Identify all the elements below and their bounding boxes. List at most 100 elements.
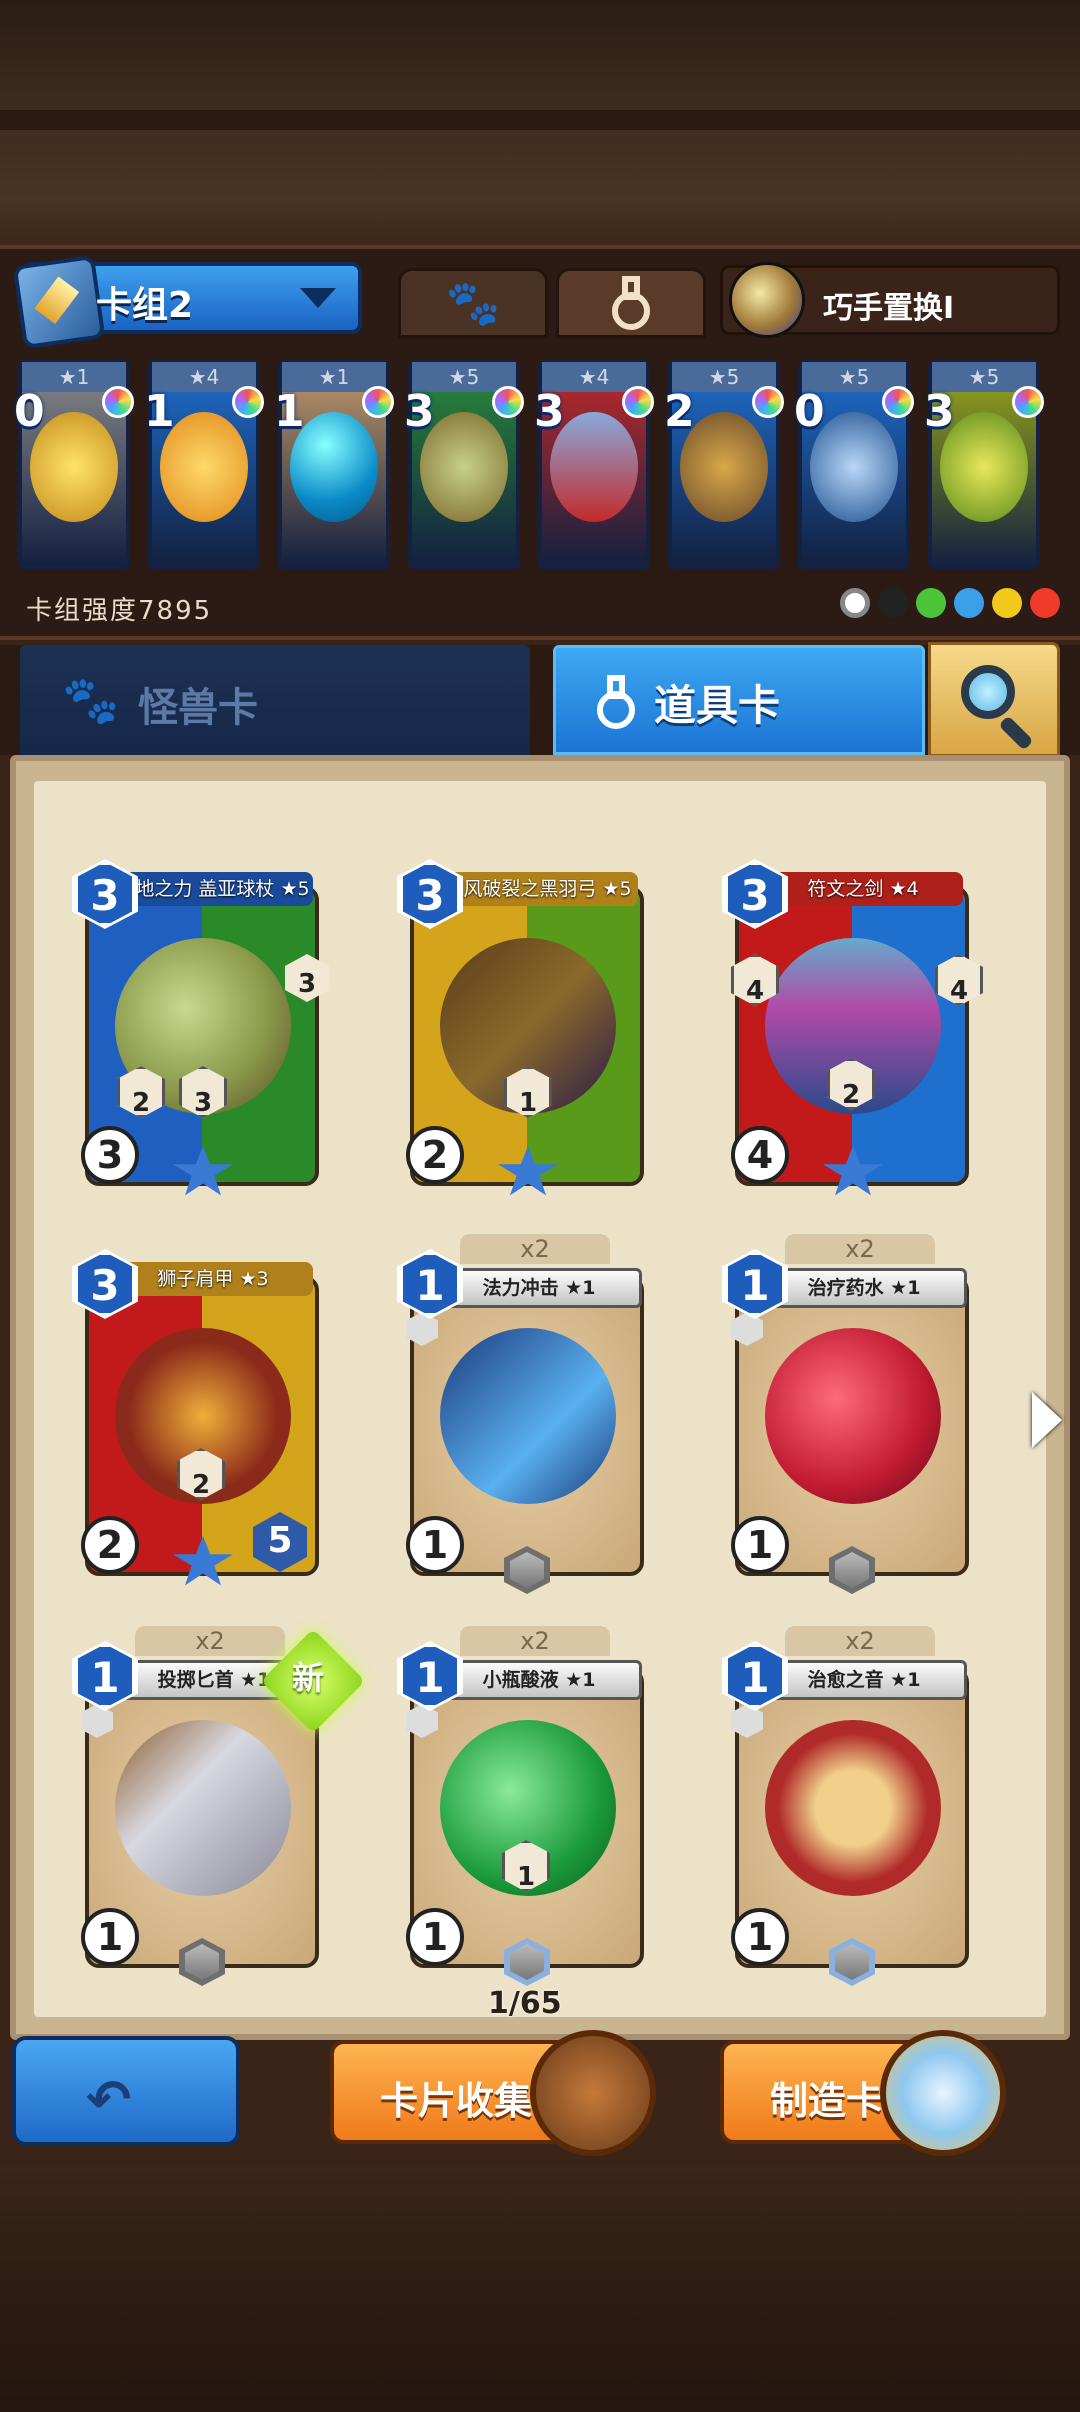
deck-card[interactable]: ★5 0 [794, 360, 914, 570]
card-count: x2 [135, 1626, 285, 1656]
card-count: x2 [785, 1234, 935, 1264]
card-bottom-value: 1 [81, 1908, 139, 1966]
dark-element-icon [878, 588, 908, 618]
craft-card-button[interactable]: 制造卡片 [720, 2030, 1006, 2156]
element-icons [840, 588, 1060, 618]
tab-monster-cards[interactable]: 🐾 怪兽卡 [20, 645, 530, 755]
item-card[interactable]: x2 小瓶酸液 ★1 1 1 1 [397, 1626, 650, 1986]
rainbow-gem-icon [362, 386, 394, 418]
card-bottom-value: 1 [406, 1516, 464, 1574]
deck-card-art [30, 412, 118, 522]
card-bottom-value: 2 [81, 1516, 139, 1574]
deck-card[interactable]: ★1 1 [274, 360, 394, 570]
deck-strength: 卡组强度7895 [26, 596, 213, 626]
nature-element-icon [916, 588, 946, 618]
search-button[interactable] [928, 642, 1060, 757]
thunder-element-icon [992, 588, 1022, 618]
tab-item-cards[interactable]: 道具卡 [553, 645, 925, 755]
card-bottom-value: 4 [731, 1126, 789, 1184]
card-title: 大地之力 盖亚球杖 ★5 [113, 872, 313, 906]
card-bottom-value: 1 [731, 1516, 789, 1574]
rainbow-gem-icon [102, 386, 134, 418]
deck-card[interactable]: ★5 3 [924, 360, 1044, 570]
card-collection-label: 卡片收集 [380, 2079, 533, 2123]
deck-card-cost: 2 [664, 386, 695, 437]
card-art [115, 1720, 291, 1896]
water-element-icon [954, 588, 984, 618]
craft-jar-icon [880, 2030, 1006, 2156]
tab-item-label: 道具卡 [654, 681, 781, 730]
page-indicator: 1/65 [488, 1986, 562, 2021]
next-page-arrow[interactable] [1032, 1392, 1062, 1448]
deck-card[interactable]: ★4 3 [534, 360, 654, 570]
deck-card-cost: 3 [924, 386, 955, 437]
deck-card-cost: 0 [794, 386, 825, 437]
rainbow-gem-icon [752, 386, 784, 418]
card-bottom-value: 1 [731, 1908, 789, 1966]
card-title: 疾风破裂之黑羽弓 ★5 [438, 872, 638, 906]
deck-card-art [680, 412, 768, 522]
neutral-element-icon [840, 588, 870, 618]
card-count: x2 [785, 1626, 935, 1656]
deck-card[interactable]: ★5 2 [664, 360, 784, 570]
flask-icon [612, 276, 650, 330]
card-title: 符文之剑 ★4 [763, 872, 963, 906]
deck-card-cost: 1 [144, 386, 175, 437]
tab-item-filter[interactable] [556, 268, 706, 338]
deck-card-cost: 1 [274, 386, 305, 437]
background-bottom [0, 2165, 1080, 2412]
deck-card-cost: 0 [14, 386, 45, 437]
chevron-down-icon [300, 288, 336, 308]
tab-monster-label: 怪兽卡 [138, 685, 258, 731]
deck-card-art [290, 412, 378, 522]
rainbow-gem-icon [622, 386, 654, 418]
card-art [765, 1720, 941, 1896]
rainbow-gem-icon [882, 386, 914, 418]
deck-card[interactable]: ★1 0 [14, 360, 134, 570]
item-card[interactable]: x2 法力冲击 ★1 1 1 [397, 1234, 650, 1594]
item-card[interactable]: 疾风破裂之黑羽弓 ★5 3 2 1 [397, 858, 650, 1198]
card-art [765, 1328, 941, 1504]
item-card[interactable]: x2 治疗药水 ★1 1 1 [722, 1234, 975, 1594]
item-card[interactable]: 狮子肩甲 ★3 3 2 2 5 [72, 1248, 325, 1588]
deck-card-art [160, 412, 248, 522]
rainbow-gem-icon [1012, 386, 1044, 418]
rainbow-gem-icon [232, 386, 264, 418]
deck-name-label: 卡组2 [96, 285, 194, 326]
card-bottom-value: 3 [81, 1126, 139, 1184]
card-title: 法力冲击 ★1 [436, 1268, 642, 1308]
card-bottom-value: 2 [406, 1126, 464, 1184]
back-arrow-icon: ↶ [86, 2068, 132, 2131]
deck-book-icon [12, 254, 106, 350]
search-icon [961, 665, 1015, 719]
deck-card-cost: 3 [404, 386, 435, 437]
deck-card[interactable]: ★4 1 [144, 360, 264, 570]
card-count: x2 [460, 1626, 610, 1656]
wood-plank [0, 110, 1080, 130]
card-title: 治愈之音 ★1 [761, 1660, 967, 1700]
deck-card-art [810, 412, 898, 522]
rainbow-gem-icon [492, 386, 524, 418]
card-book-icon [530, 2030, 656, 2156]
skill-avatar [729, 262, 805, 338]
deck-card-cost: 3 [534, 386, 565, 437]
deck-card[interactable]: ★5 3 [404, 360, 524, 570]
item-card[interactable]: x2 治愈之音 ★1 1 1 [722, 1626, 975, 1986]
flask-icon [597, 675, 635, 729]
deck-card-art [420, 412, 508, 522]
item-card[interactable]: 符文之剑 ★4 3 4 2 4 4 [722, 858, 983, 1198]
tab-monster-filter[interactable]: 🐾 [398, 268, 548, 338]
skill-name: 巧手置换I [823, 291, 955, 326]
deck-selector[interactable]: 卡组2 [12, 254, 362, 350]
card-title: 治疗药水 ★1 [761, 1268, 967, 1308]
card-title: 狮子肩甲 ★3 [113, 1262, 313, 1296]
skill-selector[interactable]: 巧手置换I [720, 262, 1060, 338]
back-button[interactable]: ↶ [12, 2036, 240, 2146]
paw-icon: 🐾 [62, 673, 120, 727]
card-collection-button[interactable]: 卡片收集 [330, 2030, 656, 2156]
card-art [440, 1328, 616, 1504]
deck-card-art [550, 412, 638, 522]
item-card[interactable]: 大地之力 盖亚球杖 ★5 3 3 2 3 3 [72, 858, 329, 1198]
deck-card-list: ★1 0 ★4 1 ★1 1 ★5 3 ★4 3 ★5 2 ★5 0 ★5 3 [14, 360, 1062, 580]
card-title: 小瓶酸液 ★1 [436, 1660, 642, 1700]
